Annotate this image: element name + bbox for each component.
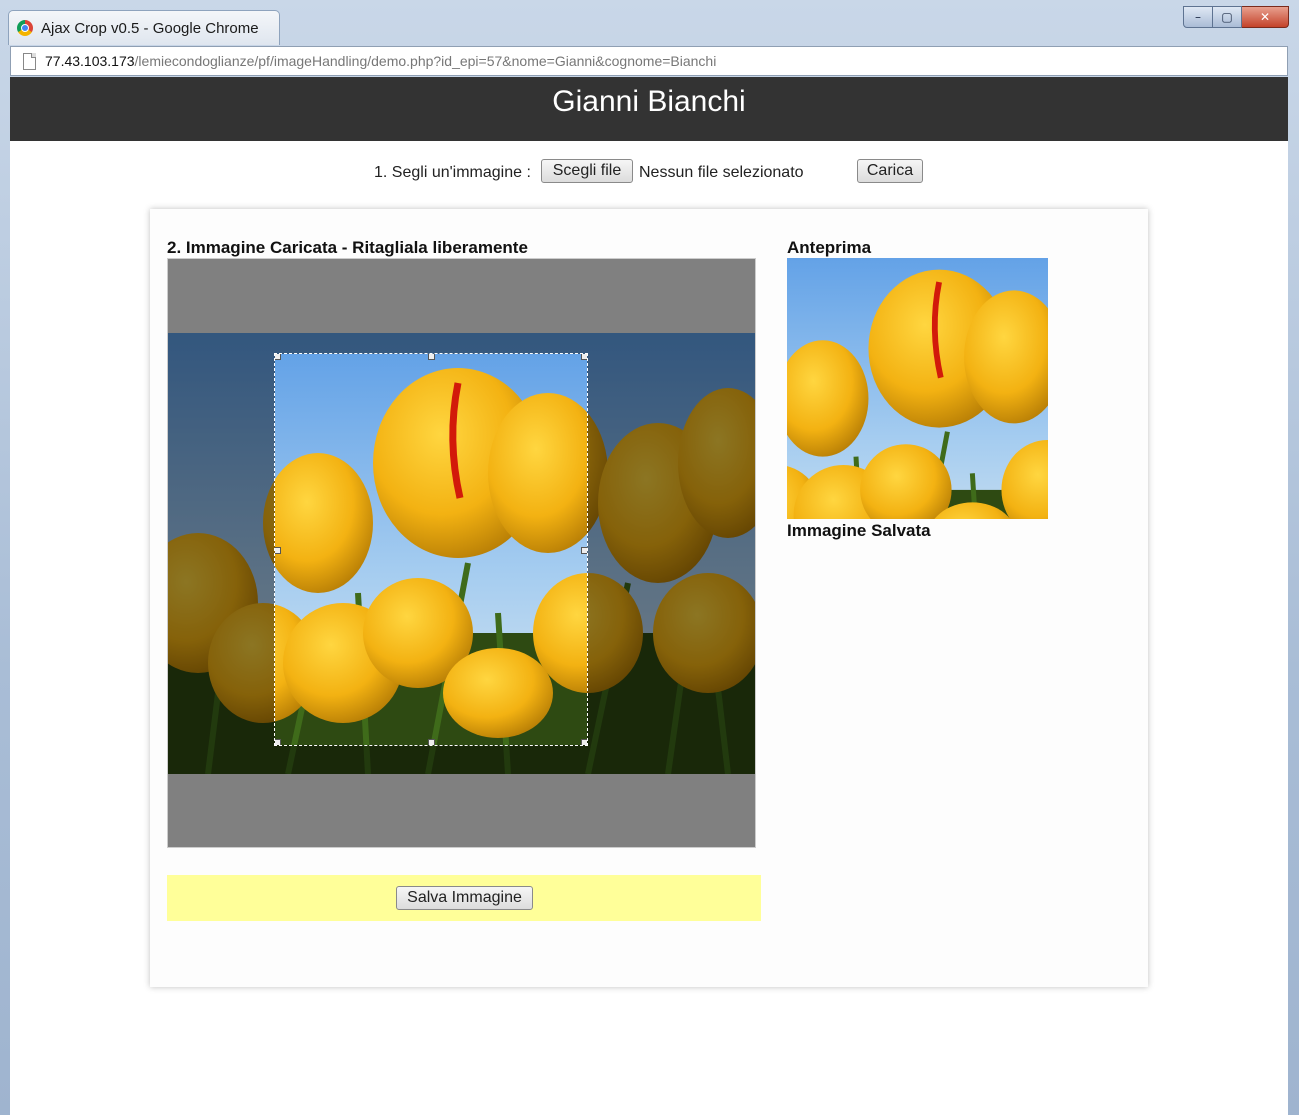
crop-handle-s[interactable] [428, 739, 435, 745]
page-viewport: Gianni Bianchi 1. Segli un'immagine : Sc… [10, 77, 1288, 1115]
crop-handle-ne[interactable] [581, 354, 587, 360]
crop-handle-se[interactable] [581, 739, 587, 745]
page-title: Gianni Bianchi [552, 85, 746, 118]
close-button[interactable]: ✕ [1242, 6, 1289, 28]
saved-image-title: Immagine Salvata [787, 521, 931, 540]
save-image-button[interactable]: Salva Immagine [396, 886, 533, 910]
browser-tab[interactable]: Ajax Crop v0.5 - Google Chrome [8, 10, 280, 45]
url-path: /lemiecondoglianze/pf/imageHandling/demo… [134, 53, 717, 69]
crop-selection[interactable] [274, 353, 588, 746]
tab-title: Ajax Crop v0.5 - Google Chrome [41, 20, 259, 37]
crop-title: 2. Immagine Caricata - Ritagliala libera… [167, 238, 528, 257]
upload-form: 1. Segli un'immagine : Scegli file Nessu… [10, 159, 1288, 185]
preview-title: Anteprima [787, 238, 872, 257]
no-file-text: Nessun file selezionato [639, 164, 804, 181]
crop-handle-e[interactable] [581, 547, 587, 554]
upload-label: 1. Segli un'immagine : [374, 164, 531, 181]
address-bar[interactable]: 77.43.103.173/lemiecondoglianze/pf/image… [10, 46, 1288, 76]
crop-handle-nw[interactable] [275, 354, 281, 360]
minimize-button[interactable]: – [1183, 6, 1213, 28]
crop-panel: 2. Immagine Caricata - Ritagliala libera… [150, 209, 1148, 987]
page-header: Gianni Bianchi [10, 77, 1288, 141]
browser-window: Ajax Crop v0.5 - Google Chrome – ▢ ✕ 77.… [0, 0, 1299, 1115]
preview-image [787, 258, 1048, 519]
selection-image [274, 353, 588, 746]
title-bar: Ajax Crop v0.5 - Google Chrome – ▢ ✕ [0, 6, 1299, 46]
page-icon [23, 53, 36, 70]
save-area: Salva Immagine [167, 875, 761, 921]
choose-file-button[interactable]: Scegli file [541, 159, 633, 183]
chrome-logo-icon [17, 20, 33, 36]
url-host: 77.43.103.173 [45, 53, 135, 69]
maximize-button[interactable]: ▢ [1213, 6, 1242, 28]
upload-button[interactable]: Carica [857, 159, 923, 183]
preview-photo [787, 258, 1048, 519]
window-controls: – ▢ ✕ [1183, 6, 1289, 32]
crop-handle-n[interactable] [428, 354, 435, 360]
url-text[interactable]: 77.43.103.173/lemiecondoglianze/pf/image… [45, 53, 716, 69]
crop-handle-sw[interactable] [275, 739, 281, 745]
crop-canvas[interactable] [167, 258, 756, 848]
crop-handle-w[interactable] [275, 547, 281, 554]
